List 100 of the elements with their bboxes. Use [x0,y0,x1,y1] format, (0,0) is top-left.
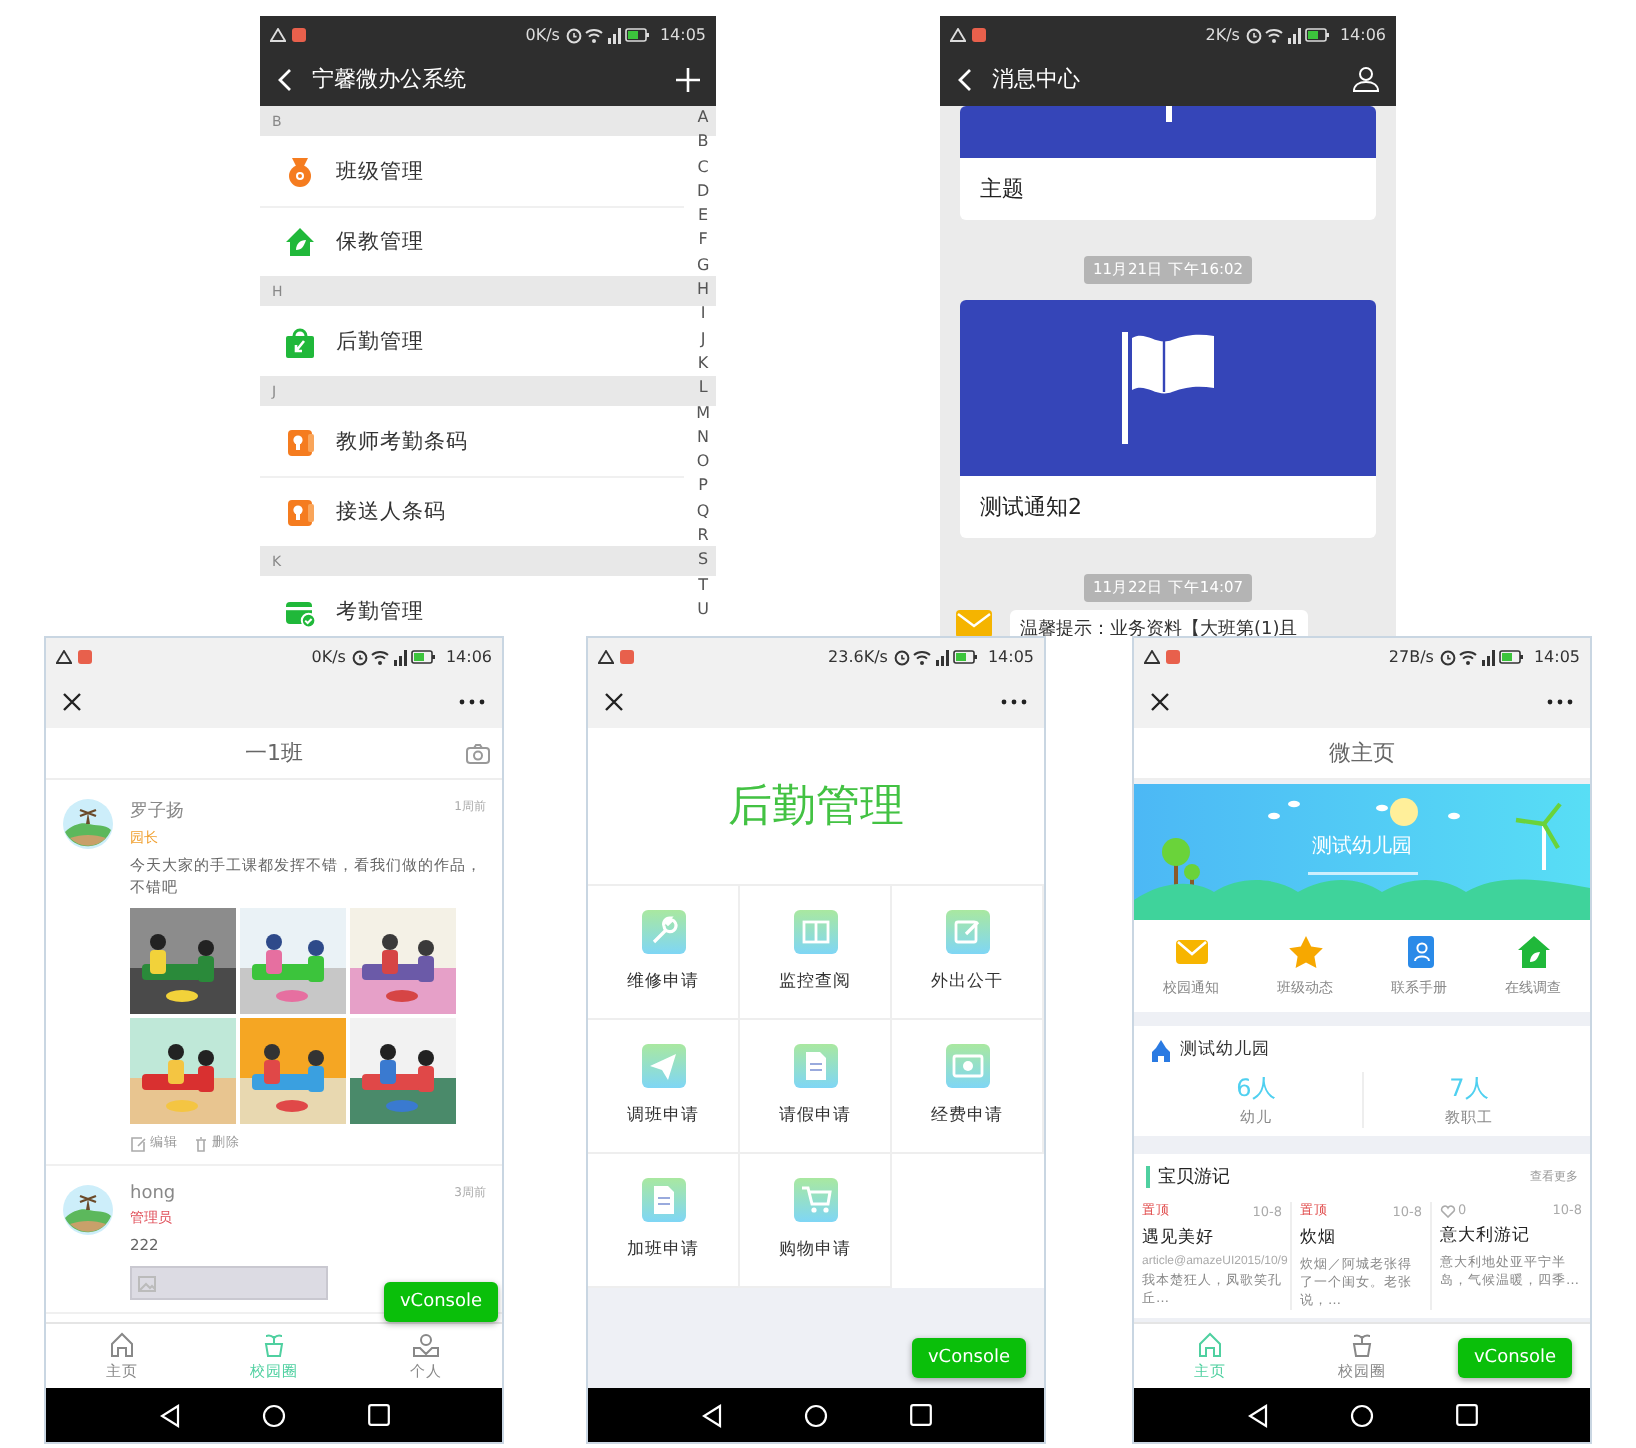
id-card-icon [284,425,316,457]
author-name: 罗子扬 [130,799,184,824]
warning-icon [56,649,72,663]
paper-plane-icon [641,1044,685,1088]
index-letter[interactable]: S [698,548,709,574]
notification-icon [78,649,92,663]
back-icon[interactable] [159,1403,179,1427]
index-letter[interactable]: B [697,130,709,156]
home-icon[interactable] [803,1403,827,1427]
avatar-icon [62,1184,114,1236]
user-icon [412,1330,440,1358]
menu-tile[interactable]: 请假申请 [740,1020,892,1154]
index-letter[interactable]: D [696,179,710,205]
clock-time: 14:06 [1339,25,1386,43]
warning-icon [270,27,286,41]
stat-value: 7人 [1449,1072,1489,1106]
notification-icon [1166,649,1180,663]
plant-pot-icon [260,1330,288,1358]
clock-time: 14:05 [987,647,1034,665]
index-letter[interactable]: Q [696,499,710,525]
warning-icon [950,27,966,41]
menu-tile[interactable]: 外出公干 [892,886,1044,1020]
medal-icon [284,155,316,187]
back-icon[interactable] [956,67,972,91]
index-letter[interactable]: F [698,228,708,254]
more-icon[interactable] [1000,697,1028,705]
notice-card[interactable]: 主题 [960,106,1376,220]
star-icon [1287,935,1323,967]
camera-icon[interactable] [466,744,490,764]
status-icons-drawing [1439,647,1528,665]
notice-card[interactable]: 测试通知2 [960,300,1376,538]
network-speed: 0K/s [525,25,560,43]
shopping-bag-icon [284,325,316,357]
article-title: 炊烟 [1300,1226,1336,1250]
index-letter[interactable]: O [696,450,710,475]
stat-value: 6人 [1236,1072,1276,1106]
id-card-icon [284,496,316,528]
author-name: hong [130,1184,176,1204]
clock-time: 14:06 [445,647,492,665]
index-letter[interactable]: R [697,524,709,549]
document-icon [793,1044,837,1088]
more-icon[interactable] [1546,697,1574,705]
menu-tile[interactable]: 监控查阅 [740,886,892,1020]
home-icon [1196,1330,1224,1358]
add-icon[interactable] [676,67,700,91]
index-letter[interactable]: P [698,474,708,500]
recent-apps-icon[interactable] [1455,1404,1477,1426]
recent-apps-icon[interactable] [367,1404,389,1426]
status-icons-drawing [893,647,982,665]
menu-tile[interactable]: 维修申请 [588,886,740,1020]
close-icon[interactable] [1150,691,1170,711]
network-speed: 2K/s [1205,25,1240,43]
recent-apps-icon[interactable] [909,1404,931,1426]
clock-time: 14:05 [659,25,706,43]
house-icon [284,226,316,258]
home-icon[interactable] [261,1403,285,1427]
back-icon[interactable] [701,1403,721,1427]
close-icon[interactable] [604,691,624,711]
banknote-icon [945,1044,989,1088]
network-speed: 0K/s [311,647,346,665]
section-title: 宝贝游记 [1158,1165,1230,1190]
page-heading: 后勤管理 [728,780,904,836]
split-panel-icon [793,910,837,954]
menu-tile[interactable]: 调班申请 [588,1020,740,1154]
school-icon [1150,1039,1172,1061]
home-icon[interactable] [1349,1403,1373,1427]
index-letter[interactable]: T [698,573,708,598]
index-letter[interactable]: L [698,376,708,402]
user-icon[interactable] [1352,66,1380,92]
notification-icon [620,649,634,663]
menu-tile[interactable]: 经费申请 [892,1020,1044,1154]
more-icon[interactable] [458,697,486,705]
index-letter[interactable]: N [697,425,710,451]
warning-icon [598,649,614,663]
warning-icon [1144,649,1160,663]
index-letter[interactable]: I [700,302,706,328]
window-title: 消息中心 [992,64,1080,94]
clock-time: 14:05 [1533,647,1580,665]
close-icon[interactable] [62,691,82,711]
status-icons-drawing [1245,25,1334,43]
index-letter[interactable]: J [700,327,706,352]
menu-tile[interactable]: 购物申请 [740,1154,892,1288]
index-letter[interactable]: U [697,597,709,623]
notification-icon [972,27,986,41]
index-letter[interactable]: C [697,155,709,180]
page-title: 一1班 [245,738,303,768]
menu-tile[interactable]: 加班申请 [588,1154,740,1288]
house-icon [1515,935,1551,967]
back-icon[interactable] [1247,1403,1267,1427]
mail-icon [1173,935,1209,967]
image-icon [138,1275,156,1291]
index-letter[interactable]: G [696,253,710,279]
index-letter[interactable]: E [698,204,709,229]
back-icon[interactable] [276,67,292,91]
index-letter[interactable]: H [697,278,710,303]
edit-icon [130,1135,146,1151]
school-name: 测试幼儿园 [1180,1038,1270,1062]
index-letter[interactable]: A [697,106,709,131]
index-letter[interactable]: K [697,351,709,377]
index-letter[interactable]: M [696,401,710,426]
